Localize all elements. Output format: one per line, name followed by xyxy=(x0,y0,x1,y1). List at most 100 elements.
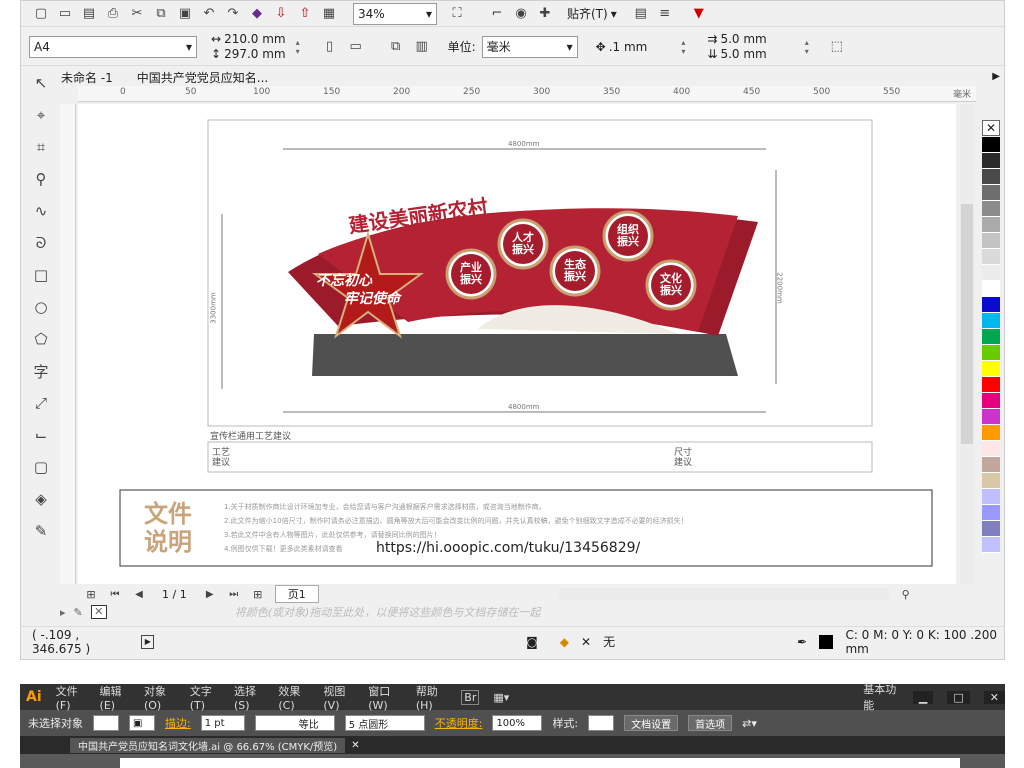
menu-select[interactable]: 选择(S) xyxy=(234,683,264,712)
fill-swatch[interactable] xyxy=(93,715,119,731)
palette-swatch[interactable] xyxy=(982,537,1000,553)
text-tool-icon[interactable]: 字 xyxy=(29,359,53,383)
nudge-spinner[interactable]: ▴ ▾ xyxy=(677,38,689,56)
ai-doc-tab[interactable]: 中国共产党员应知名词文化墙.ai @ 66.67% (CMYK/预览) xyxy=(70,737,346,753)
grid-icon[interactable]: ✚ xyxy=(535,4,555,24)
bridge-icon[interactable]: Br xyxy=(461,689,480,705)
first-page-icon[interactable]: ⏮ xyxy=(108,587,122,601)
menu-file[interactable]: 文件(F) xyxy=(56,683,86,712)
unit-select[interactable]: 毫米 ▾ xyxy=(481,35,578,58)
duplicate-x-field[interactable]: ⇉ 5.0 mm xyxy=(707,32,766,46)
last-page-icon[interactable]: ⏭ xyxy=(227,587,241,601)
palette-swatch[interactable] xyxy=(982,153,1000,169)
palette-swatch[interactable] xyxy=(982,473,1000,489)
rectangle-tool-icon[interactable]: □ xyxy=(29,263,53,287)
artistic-media-icon[interactable]: ᘐ xyxy=(29,231,53,255)
menu-window[interactable]: 窗口(W) xyxy=(368,683,402,712)
stroke-swatch[interactable]: ▣ xyxy=(129,715,155,731)
fill-tool-icon[interactable]: ◈ xyxy=(29,487,53,511)
close-tab-icon[interactable]: ✕ xyxy=(351,740,359,751)
drawing-canvas[interactable]: 建设美丽新农村 不忘初心 牢记使命 人才振兴 产业振兴 生态振兴 组织振兴 文化… xyxy=(78,104,956,584)
palette-none-swatch[interactable]: ✕ xyxy=(982,120,1000,136)
portrait-icon[interactable]: ▯ xyxy=(320,37,340,57)
pick-tool-icon[interactable]: ↖ xyxy=(29,71,53,95)
palette-swatch[interactable] xyxy=(982,393,1000,409)
tab-document[interactable]: 中国共产党党员应知名... xyxy=(137,69,268,86)
palette-swatch[interactable] xyxy=(982,265,1000,281)
arrange-icon[interactable]: ▦▾ xyxy=(493,691,509,704)
export-icon[interactable]: ⇧ xyxy=(295,4,315,24)
welcome-icon[interactable]: ▼ xyxy=(689,4,709,24)
doc-info-icon[interactable]: ◙ xyxy=(526,635,538,649)
palette-swatch[interactable] xyxy=(982,329,1000,345)
maximize-icon[interactable]: □ xyxy=(947,690,970,704)
scroll-right-icon[interactable]: ▶ xyxy=(992,71,1000,82)
palette-swatch[interactable] xyxy=(982,169,1000,185)
vertical-scrollbar[interactable] xyxy=(960,104,974,584)
page-tab[interactable]: 页1 xyxy=(274,585,319,603)
drop-shadow-icon[interactable]: ▢ xyxy=(29,455,53,479)
tab-untitled[interactable]: 未命名 -1 xyxy=(61,69,113,86)
new-icon[interactable]: ▢ xyxy=(31,4,51,24)
crop-tool-icon[interactable]: ⌗ xyxy=(29,135,53,159)
ellipse-tool-icon[interactable]: ○ xyxy=(29,295,53,319)
landscape-icon[interactable]: ▭ xyxy=(346,37,366,57)
palette-swatch[interactable] xyxy=(982,345,1000,361)
search-content-icon[interactable]: ◆ xyxy=(247,4,267,24)
paper-size-select[interactable]: A4 ▾ xyxy=(29,35,197,58)
add-page-icon[interactable]: ⊞ xyxy=(84,587,98,601)
stroke-weight-input[interactable]: 1 pt xyxy=(200,715,245,731)
palette-swatch[interactable] xyxy=(982,377,1000,393)
current-page-icon[interactable]: ▥ xyxy=(412,37,432,57)
workspace-menu[interactable]: 基本功能 xyxy=(863,681,899,713)
profile-select[interactable]: 等比 xyxy=(254,715,335,731)
zoom-tool-icon[interactable]: ⚲ xyxy=(29,167,53,191)
palette-swatch[interactable] xyxy=(982,313,1000,329)
rulers-icon[interactable]: ⌐ xyxy=(487,4,507,24)
shape-tool-icon[interactable]: ⌖ xyxy=(29,103,53,127)
palette-swatch[interactable] xyxy=(982,137,1000,153)
paste-icon[interactable]: ▣ xyxy=(175,4,195,24)
palette-swatch[interactable] xyxy=(982,521,1000,537)
dimension-tool-icon[interactable]: ⤢ xyxy=(29,391,53,415)
options-icon[interactable]: ▤ xyxy=(631,4,651,24)
cut-icon[interactable]: ✂ xyxy=(127,4,147,24)
save-icon[interactable]: ▤ xyxy=(79,4,99,24)
size-spinner[interactable]: ▴ ▾ xyxy=(292,38,304,56)
doc-settings-button[interactable]: 文档设置 xyxy=(624,715,679,731)
zoom-select[interactable]: 34% ▾ xyxy=(353,2,437,25)
palette-swatch[interactable] xyxy=(982,297,1000,313)
app-launcher-icon[interactable]: ≡ xyxy=(655,4,675,24)
no-color-icon[interactable]: ✕ xyxy=(90,605,107,619)
zoom-fit-icon[interactable]: ⚲ xyxy=(899,587,913,601)
eyedropper-small-icon[interactable]: ✎ xyxy=(74,606,83,619)
import-icon[interactable]: ⇩ xyxy=(271,4,291,24)
connector-tool-icon[interactable]: ⌙ xyxy=(29,423,53,447)
redo-icon[interactable]: ↷ xyxy=(223,4,243,24)
treat-as-filled-icon[interactable]: ⬚ xyxy=(827,37,847,57)
arrange-docs-icon[interactable]: ⇄▾ xyxy=(742,717,757,730)
play-icon[interactable]: ▶ xyxy=(141,634,155,649)
menu-type[interactable]: 文字(T) xyxy=(190,683,220,712)
scroll-thumb[interactable] xyxy=(961,204,973,444)
palette-swatch[interactable] xyxy=(982,249,1000,265)
add-page-after-icon[interactable]: ⊞ xyxy=(251,587,265,601)
palette-swatch[interactable] xyxy=(982,441,1000,457)
minimize-icon[interactable]: ▁ xyxy=(912,690,934,704)
freehand-tool-icon[interactable]: ∿ xyxy=(29,199,53,223)
eyedropper-icon[interactable]: ✎ xyxy=(29,519,53,543)
snap-menu[interactable]: 贴齐(T) ▾ xyxy=(567,5,617,22)
menu-edit[interactable]: 编辑(E) xyxy=(100,683,130,712)
palette-swatch[interactable] xyxy=(982,409,1000,425)
publish-pdf-icon[interactable]: ▦ xyxy=(319,4,339,24)
page-width-field[interactable]: ↔ 210.0 mm xyxy=(211,32,286,46)
view-icon[interactable]: ◉ xyxy=(511,4,531,24)
next-page-icon[interactable]: ▶ xyxy=(203,587,217,601)
page-height-field[interactable]: ↕ 297.0 mm xyxy=(211,47,286,61)
palette-swatch[interactable] xyxy=(982,185,1000,201)
palette-swatch[interactable] xyxy=(982,281,1000,297)
print-icon[interactable]: ⎙ xyxy=(103,4,123,24)
open-icon[interactable]: ▭ xyxy=(55,4,75,24)
palette-swatch[interactable] xyxy=(982,425,1000,441)
palette-swatch[interactable] xyxy=(982,361,1000,377)
